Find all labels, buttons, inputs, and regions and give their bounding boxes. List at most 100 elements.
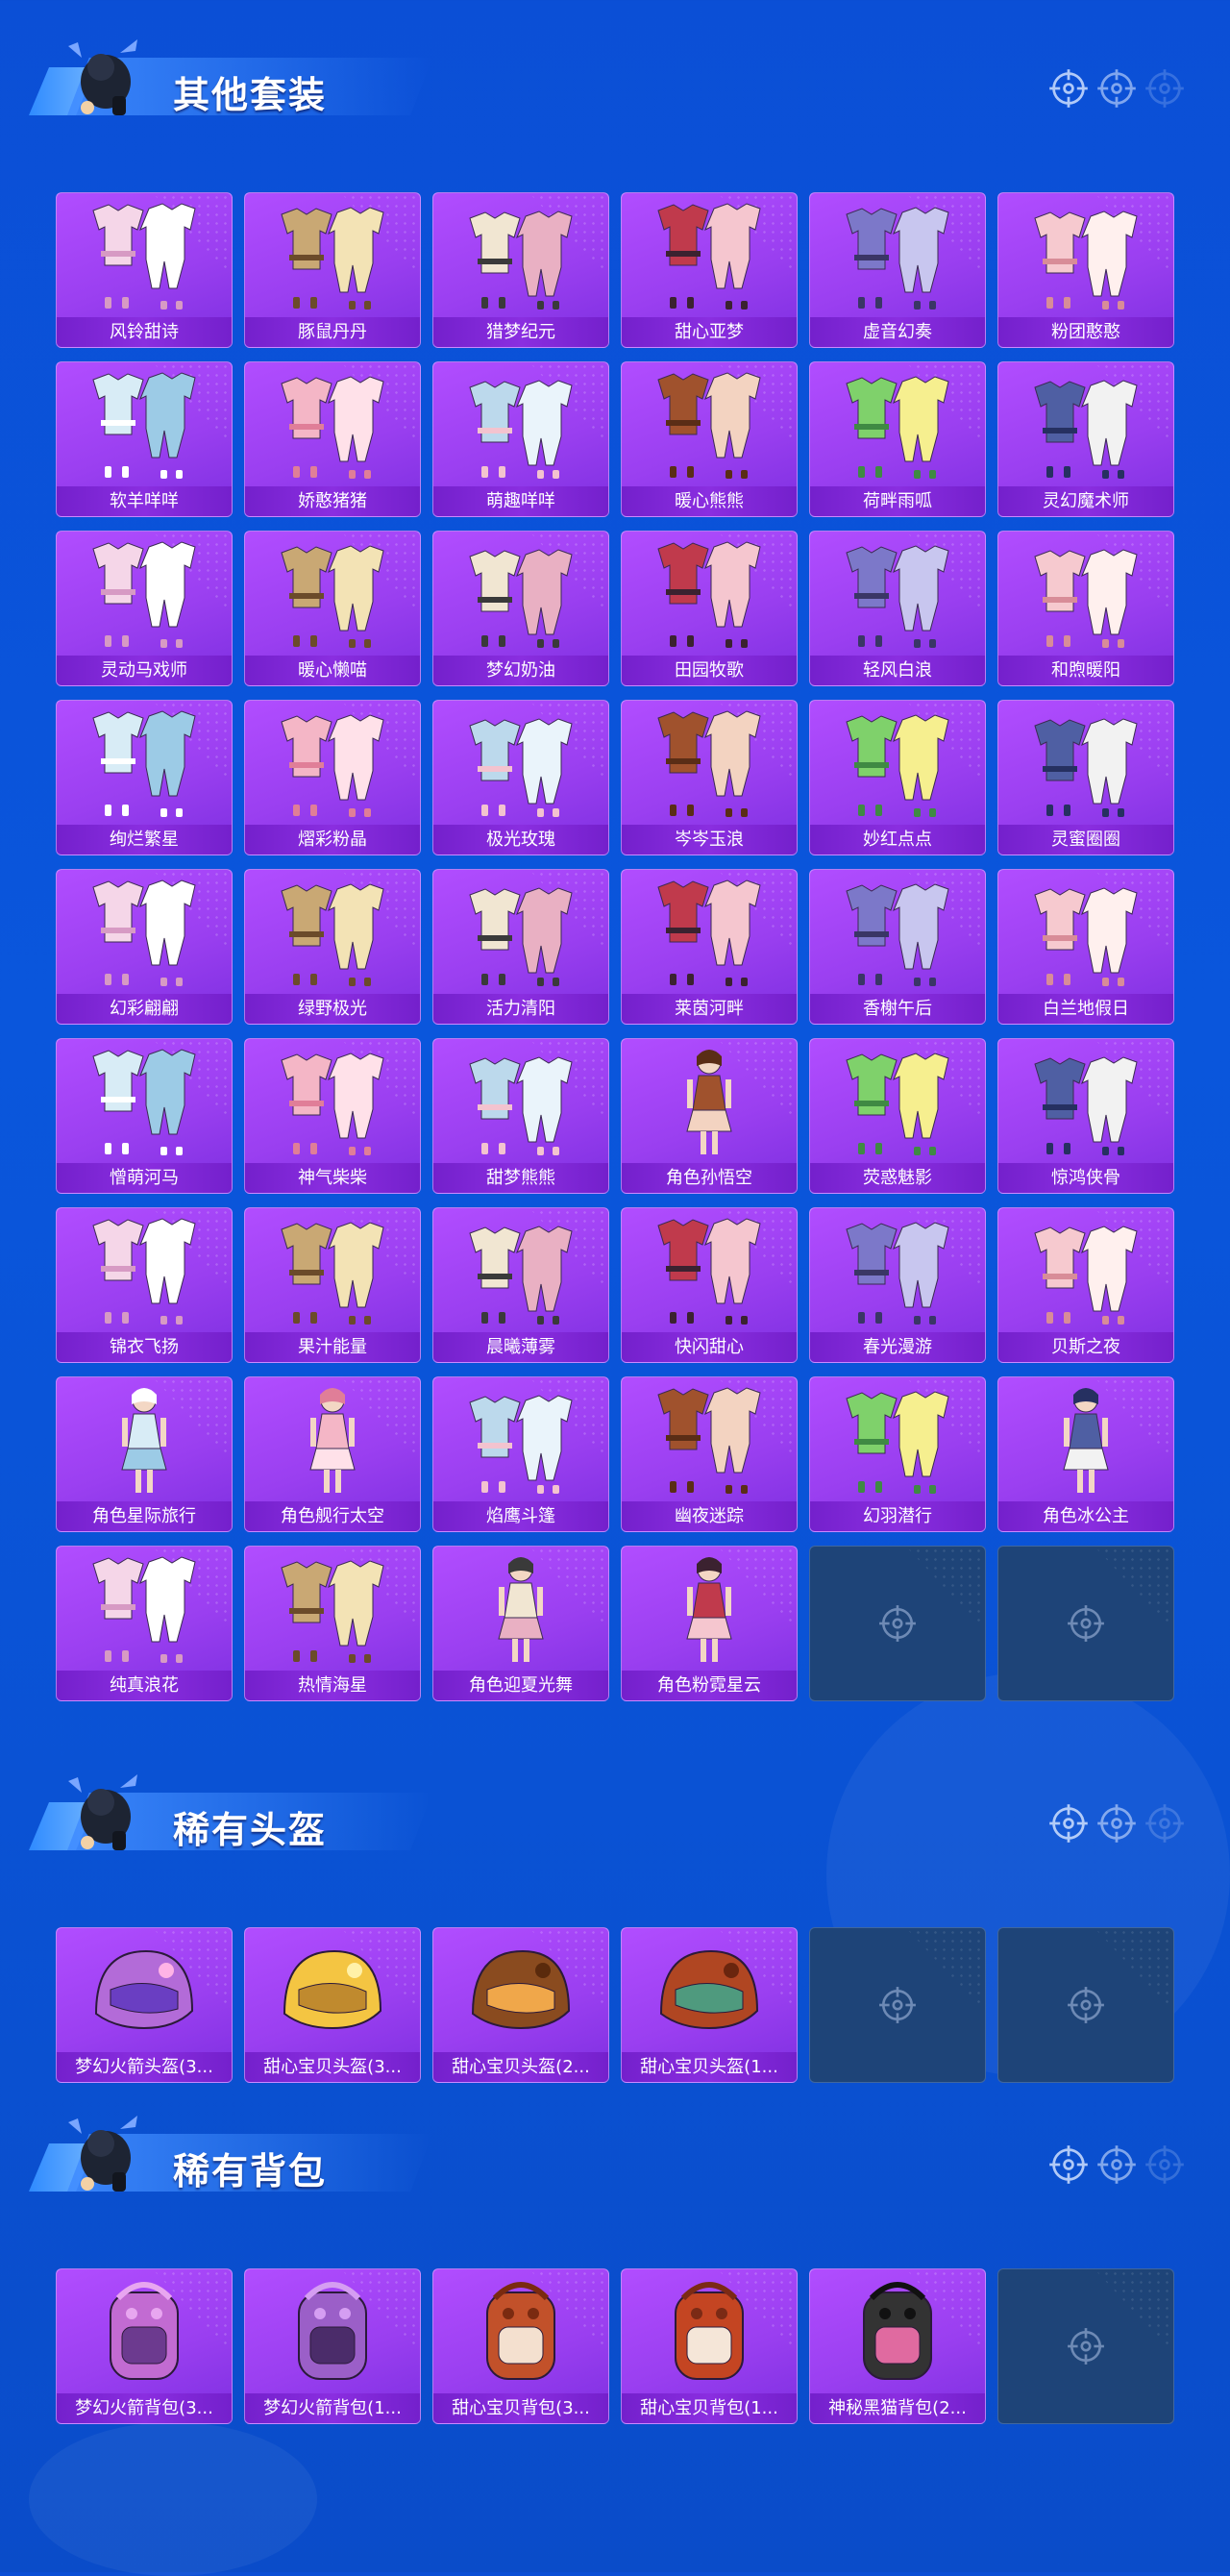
- item-label: 田园牧歌: [622, 656, 797, 685]
- item-label: 香榭午后: [810, 994, 985, 1024]
- item-card[interactable]: 神秘黑猫背包(2...: [809, 2268, 986, 2424]
- item-label: 和煦暖阳: [998, 656, 1173, 685]
- item-card[interactable]: 幻羽潜行: [809, 1376, 986, 1532]
- item-label: 角色孙悟空: [622, 1163, 797, 1193]
- item-card[interactable]: 香榭午后: [809, 869, 986, 1025]
- item-card[interactable]: 暖心熊熊: [621, 361, 798, 517]
- item-card[interactable]: 萌趣咩咩: [432, 361, 609, 517]
- item-label: 神气柴柴: [245, 1163, 420, 1193]
- item-card[interactable]: 甜心亚梦: [621, 192, 798, 348]
- item-card[interactable]: 虚音幻奏: [809, 192, 986, 348]
- item-label: 轻风白浪: [810, 656, 985, 685]
- item-card[interactable]: 熠彩粉晶: [244, 700, 421, 855]
- item-card[interactable]: 甜心宝贝头盔(1...: [621, 1927, 798, 2083]
- item-card[interactable]: 荧惑魅影: [809, 1038, 986, 1194]
- item-card[interactable]: 梦幻火箭背包(1...: [244, 2268, 421, 2424]
- item-label: 角色星际旅行: [57, 1501, 232, 1531]
- item-card[interactable]: 角色孙悟空: [621, 1038, 798, 1194]
- item-card[interactable]: 焰鹰斗篷: [432, 1376, 609, 1532]
- item-card[interactable]: 晨曦薄雾: [432, 1207, 609, 1363]
- item-card[interactable]: 锦衣飞扬: [56, 1207, 233, 1363]
- item-card[interactable]: 神气柴柴: [244, 1038, 421, 1194]
- section-title: 稀有头盔: [173, 1809, 328, 1851]
- item-label: 粉团憨憨: [998, 317, 1173, 347]
- item-label: 焰鹰斗篷: [433, 1501, 608, 1531]
- item-card[interactable]: 梦幻火箭头盔(3...: [56, 1927, 233, 2083]
- item-card[interactable]: 和煦暖阳: [997, 531, 1174, 686]
- item-card[interactable]: 灵动马戏师: [56, 531, 233, 686]
- item-card[interactable]: 软羊咩咩: [56, 361, 233, 517]
- item-card[interactable]: 活力清阳: [432, 869, 609, 1025]
- item-card[interactable]: 甜心宝贝头盔(2...: [432, 1927, 609, 2083]
- item-label: 灵蜜圈圈: [998, 825, 1173, 855]
- item-card[interactable]: 梦幻奶油: [432, 531, 609, 686]
- item-card[interactable]: 绿野极光: [244, 869, 421, 1025]
- item-card[interactable]: 快闪甜心: [621, 1207, 798, 1363]
- item-card[interactable]: 甜心宝贝背包(3...: [432, 2268, 609, 2424]
- item-label: 憎萌河马: [57, 1163, 232, 1193]
- item-card[interactable]: 春光漫游: [809, 1207, 986, 1363]
- item-card[interactable]: 灵幻魔术师: [997, 361, 1174, 517]
- item-card[interactable]: 角色舰行太空: [244, 1376, 421, 1532]
- item-card[interactable]: 角色冰公主: [997, 1376, 1174, 1532]
- item-card[interactable]: 幽夜迷踪: [621, 1376, 798, 1532]
- item-card[interactable]: 莱茵河畔: [621, 869, 798, 1025]
- item-card[interactable]: 猎梦纪元: [432, 192, 609, 348]
- item-card[interactable]: 憎萌河马: [56, 1038, 233, 1194]
- item-label: 角色舰行太空: [245, 1501, 420, 1531]
- item-card[interactable]: 纯真浪花: [56, 1546, 233, 1701]
- item-card[interactable]: 角色星际旅行: [56, 1376, 233, 1532]
- item-card[interactable]: 贝斯之夜: [997, 1207, 1174, 1363]
- item-card[interactable]: 幻彩翩翩: [56, 869, 233, 1025]
- item-card[interactable]: 甜心宝贝背包(1...: [621, 2268, 798, 2424]
- item-label: 春光漫游: [810, 1332, 985, 1362]
- item-card[interactable]: 甜心宝贝头盔(3...: [244, 1927, 421, 2083]
- empty-slot-crosshair-icon: [1066, 1985, 1106, 2029]
- item-label: 梦幻火箭头盔(3...: [57, 2052, 232, 2082]
- item-label: 晨曦薄雾: [433, 1332, 608, 1362]
- empty-slot: [997, 1546, 1174, 1701]
- item-card[interactable]: 果汁能量: [244, 1207, 421, 1363]
- item-label: 惊鸿侠骨: [998, 1163, 1173, 1193]
- item-label: 甜心亚梦: [622, 317, 797, 347]
- item-card[interactable]: 娇憨猪猪: [244, 361, 421, 517]
- item-label: 甜心宝贝背包(3...: [433, 2393, 608, 2423]
- item-label: 熠彩粉晶: [245, 825, 420, 855]
- item-label: 幻彩翩翩: [57, 994, 232, 1024]
- empty-slot: [997, 2268, 1174, 2424]
- section-header: 稀有头盔: [29, 1764, 442, 1855]
- item-label: 锦衣飞扬: [57, 1332, 232, 1362]
- item-label: 梦幻火箭背包(3...: [57, 2393, 232, 2423]
- item-label: 娇憨猪猪: [245, 486, 420, 516]
- item-card[interactable]: 风铃甜诗: [56, 192, 233, 348]
- item-card[interactable]: 白兰地假日: [997, 869, 1174, 1025]
- item-card[interactable]: 绚烂繁星: [56, 700, 233, 855]
- item-card[interactable]: 荷畔雨呱: [809, 361, 986, 517]
- item-label: 暖心懒喵: [245, 656, 420, 685]
- item-card[interactable]: 角色粉霓星云: [621, 1546, 798, 1701]
- item-label: 角色迎夏光舞: [433, 1671, 608, 1700]
- item-card[interactable]: 粉团憨憨: [997, 192, 1174, 348]
- item-card[interactable]: 暖心懒喵: [244, 531, 421, 686]
- reticle-group: [1047, 67, 1184, 115]
- mascot-icon: [68, 2116, 137, 2192]
- item-card[interactable]: 岑岑玉浪: [621, 700, 798, 855]
- mascot-icon: [68, 39, 137, 115]
- item-card[interactable]: 梦幻火箭背包(3...: [56, 2268, 233, 2424]
- item-card[interactable]: 灵蜜圈圈: [997, 700, 1174, 855]
- item-card[interactable]: 热情海星: [244, 1546, 421, 1701]
- item-card[interactable]: 轻风白浪: [809, 531, 986, 686]
- item-card[interactable]: 豚鼠丹丹: [244, 192, 421, 348]
- item-label: 风铃甜诗: [57, 317, 232, 347]
- item-label: 活力清阳: [433, 994, 608, 1024]
- item-card[interactable]: 妙红点点: [809, 700, 986, 855]
- item-label: 快闪甜心: [622, 1332, 797, 1362]
- item-card[interactable]: 惊鸿侠骨: [997, 1038, 1174, 1194]
- reticle-group: [1047, 2143, 1184, 2192]
- item-card[interactable]: 甜梦熊熊: [432, 1038, 609, 1194]
- item-card[interactable]: 田园牧歌: [621, 531, 798, 686]
- item-card[interactable]: 角色迎夏光舞: [432, 1546, 609, 1701]
- item-label: 虚音幻奏: [810, 317, 985, 347]
- section-header: 稀有背包: [29, 2105, 442, 2196]
- item-card[interactable]: 极光玫瑰: [432, 700, 609, 855]
